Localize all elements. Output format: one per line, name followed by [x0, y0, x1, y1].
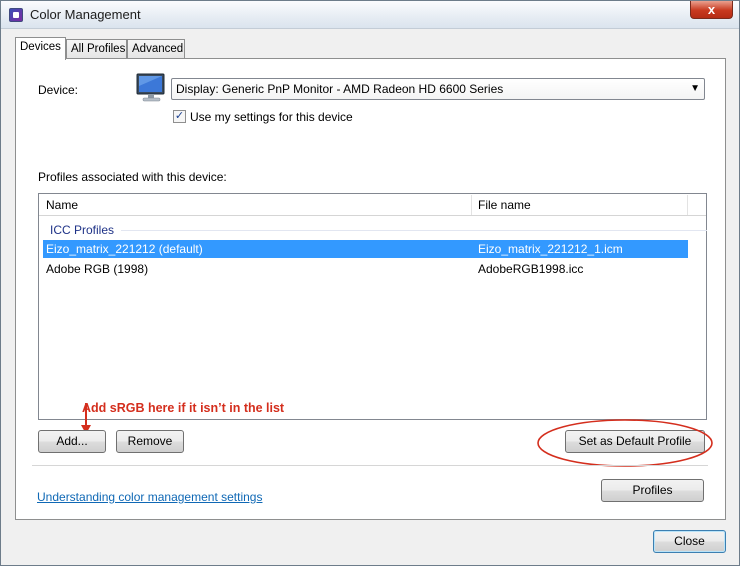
profile-file-name: AdobeRGB1998.icc — [478, 262, 584, 276]
profile-name: Adobe RGB (1998) — [46, 262, 149, 276]
devices-tab-panel: Device: Display: Generic PnP Monitor - A… — [15, 58, 726, 520]
group-divider — [121, 230, 707, 231]
tab-devices[interactable]: Devices — [15, 37, 66, 60]
device-label: Device: — [38, 83, 79, 97]
title-bar: Color Management x — [1, 1, 739, 29]
column-separator[interactable] — [471, 195, 472, 215]
remove-profile-button[interactable]: Remove — [116, 430, 184, 453]
close-window-button[interactable]: x — [690, 1, 733, 19]
table-row[interactable]: Adobe RGB (1998) AdobeRGB1998.icc — [43, 260, 688, 278]
color-management-app-icon — [9, 8, 23, 22]
tab-advanced[interactable]: Advanced — [127, 39, 185, 59]
understanding-color-management-link[interactable]: Understanding color management settings — [37, 490, 262, 504]
column-header-name[interactable]: Name — [46, 198, 78, 212]
device-dropdown[interactable]: Display: Generic PnP Monitor - AMD Radeo… — [171, 78, 705, 100]
dropdown-arrow-icon[interactable]: ▼ — [690, 83, 700, 94]
annotation-ellipse-icon — [537, 419, 713, 467]
annotation-text: Add sRGB here if it isn’t in the list — [82, 401, 285, 415]
color-management-window: Color Management x Devices All Profiles … — [0, 0, 740, 566]
profiles-button[interactable]: Profiles — [601, 479, 704, 502]
table-row[interactable]: Eizo_matrix_221212 (default) Eizo_matrix… — [43, 240, 688, 258]
monitor-icon — [136, 73, 165, 102]
add-profile-button[interactable]: Add... — [38, 430, 106, 453]
tab-all-profiles[interactable]: All Profiles — [66, 39, 127, 59]
use-my-settings-checkbox[interactable]: ✓ — [173, 110, 186, 123]
device-dropdown-value: Display: Generic PnP Monitor - AMD Radeo… — [176, 82, 504, 96]
profiles-associated-label: Profiles associated with this device: — [38, 170, 227, 184]
panel-divider — [32, 465, 708, 466]
list-header: Name File name — [39, 194, 706, 216]
close-button[interactable]: Close — [653, 530, 726, 553]
window-title: Color Management — [30, 7, 141, 22]
column-header-file-name[interactable]: File name — [478, 198, 531, 212]
use-my-settings-label[interactable]: Use my settings for this device — [190, 110, 353, 124]
profiles-list[interactable]: Name File name ICC Profiles Eizo_matrix_… — [38, 193, 707, 420]
profile-file-name: Eizo_matrix_221212_1.icm — [478, 242, 623, 256]
column-separator[interactable] — [687, 195, 688, 215]
profile-name: Eizo_matrix_221212 (default) — [46, 242, 203, 256]
group-title-icc-profiles: ICC Profiles — [50, 223, 115, 237]
